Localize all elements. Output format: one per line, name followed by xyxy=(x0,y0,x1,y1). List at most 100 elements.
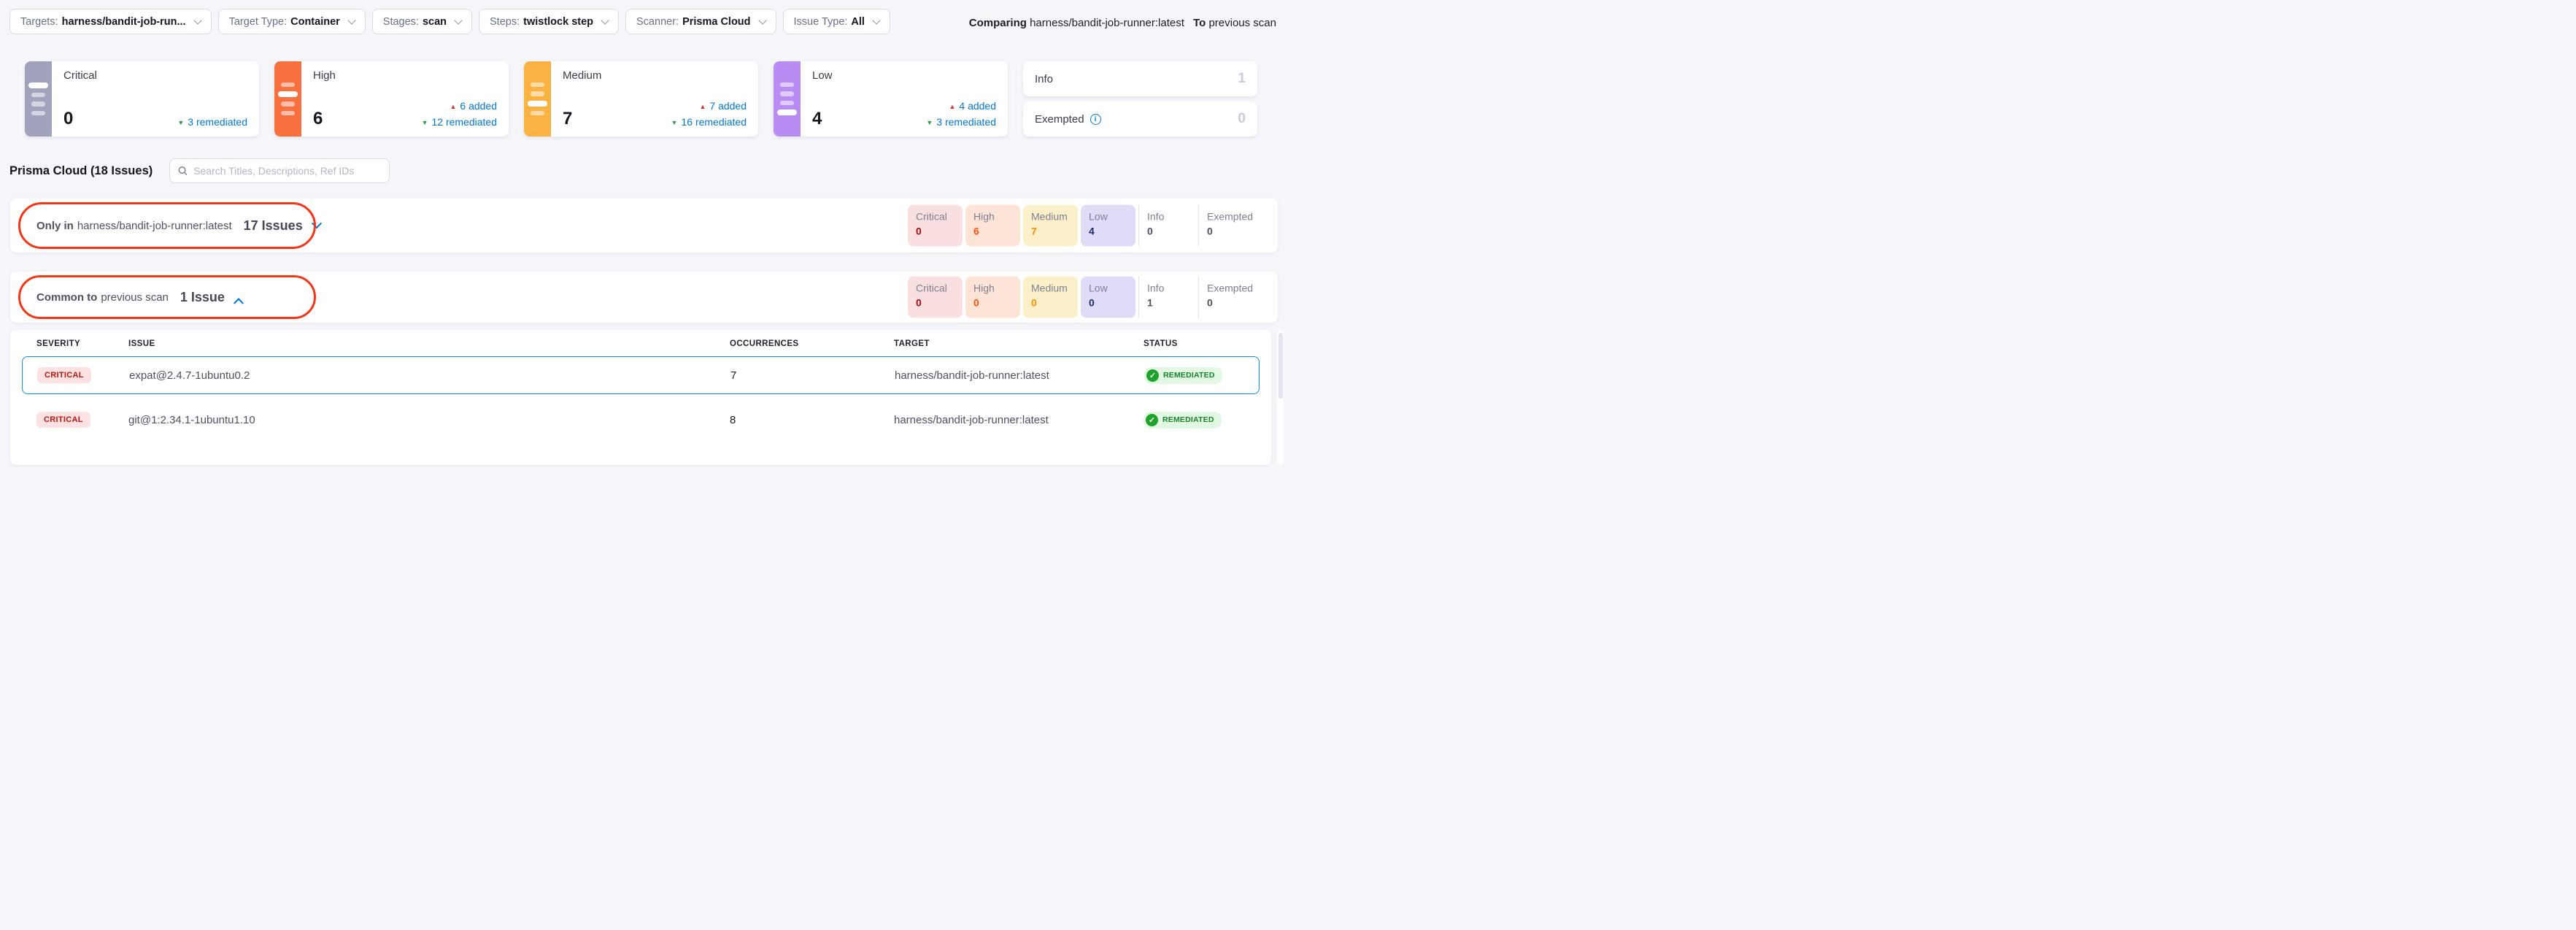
comparing-connector: To xyxy=(1193,17,1206,29)
comparing-summary: Comparing harness/bandit-job-runner:late… xyxy=(969,17,1276,29)
chip-info: Info0 xyxy=(1138,205,1195,247)
section-only-in-target[interactable]: Only in harness/bandit-job-runner:latest… xyxy=(10,199,1278,253)
section-prefix: Only in xyxy=(36,220,74,232)
chevron-down-icon xyxy=(454,16,462,24)
filter-value: Container xyxy=(290,16,340,28)
exempted-card-label: Exempted xyxy=(1035,113,1084,126)
column-header-status: STATUS xyxy=(1144,339,1271,348)
info-icon[interactable]: i xyxy=(1090,114,1101,125)
filter-value: All xyxy=(851,16,865,28)
chip-medium: Medium7 xyxy=(1023,205,1078,247)
filter-label: Steps: xyxy=(490,16,520,28)
filter-value: twistlock step xyxy=(523,16,593,28)
filter-label: Scanner: xyxy=(636,16,679,28)
comparing-prefix: Comparing xyxy=(969,17,1027,29)
severity-chip-row: Critical0 High6 Medium7 Low4 Info0 Exemp… xyxy=(908,205,1255,247)
added-trend: ▲4 added xyxy=(926,99,996,115)
section-common-to-baseline[interactable]: Common to previous scan 1 Issue Critical… xyxy=(10,272,1278,323)
table-row[interactable]: CRITICAL expat@2.4.7-1ubuntu0.2 7 harnes… xyxy=(22,356,1260,394)
chip-low: Low0 xyxy=(1081,277,1135,318)
critical-severity-icon xyxy=(25,61,52,137)
scrollbar-thumb[interactable] xyxy=(1279,333,1283,399)
target-cell: harness/bandit-job-runner:latest xyxy=(894,414,1144,426)
severity-card-title: Medium xyxy=(563,69,748,82)
section-issue-count: 17 Issues xyxy=(244,218,303,234)
issues-table: SEVERITY ISSUE OCCURRENCES TARGET STATUS… xyxy=(10,330,1271,465)
section-issue-count: 1 Issue xyxy=(180,290,225,305)
triangle-up-icon: ▲ xyxy=(699,103,706,110)
chevron-down-icon[interactable] xyxy=(312,218,322,228)
triangle-up-icon: ▲ xyxy=(949,103,955,110)
filter-bar: Targets: harness/bandit-job-run... Targe… xyxy=(9,9,890,34)
section-prefix: Common to xyxy=(36,291,97,304)
exempted-card: Exempted i 0 xyxy=(1023,101,1257,137)
chip-exempted: Exempted0 xyxy=(1198,277,1255,318)
target-cell: harness/bandit-job-runner:latest xyxy=(895,369,1144,382)
info-card-label: Info xyxy=(1035,73,1053,85)
section-subject: previous scan xyxy=(101,291,169,304)
column-header-target: TARGET xyxy=(894,339,1144,348)
search-input[interactable] xyxy=(193,165,381,177)
chip-critical: Critical0 xyxy=(908,205,963,247)
comparing-baseline: previous scan xyxy=(1208,17,1276,29)
chevron-down-icon xyxy=(347,16,355,24)
triangle-down-icon: ▼ xyxy=(671,119,678,126)
high-severity-icon xyxy=(274,61,301,137)
filter-stages[interactable]: Stages: scan xyxy=(372,9,472,34)
info-card-count: 1 xyxy=(1238,71,1246,87)
filter-value: Prisma Cloud xyxy=(682,16,750,28)
chip-medium: Medium0 xyxy=(1023,277,1078,318)
table-row[interactable]: CRITICAL git@1:2.34.1-1ubuntu1.10 8 harn… xyxy=(22,399,1260,440)
chevron-up-icon[interactable] xyxy=(234,298,244,308)
chip-exempted: Exempted0 xyxy=(1198,205,1255,247)
triangle-down-icon: ▼ xyxy=(177,119,184,126)
check-icon: ✓ xyxy=(1146,369,1159,382)
low-severity-icon xyxy=(774,61,801,137)
column-header-severity: SEVERITY xyxy=(36,339,128,348)
occurrences-cell: 8 xyxy=(730,414,894,426)
column-header-issue: ISSUE xyxy=(128,339,730,348)
severity-card-high: High 6 ▲6 added ▼12 remediated xyxy=(274,61,509,137)
remediated-trend: ▼16 remediated xyxy=(671,115,747,131)
info-card: Info 1 xyxy=(1023,61,1257,96)
chevron-down-icon xyxy=(758,16,766,24)
filter-issue-type[interactable]: Issue Type: All xyxy=(783,9,890,34)
remediated-trend: ▼3 remediated xyxy=(177,115,247,131)
search-box[interactable] xyxy=(169,158,390,183)
chip-info: Info1 xyxy=(1138,277,1195,318)
severity-badge: CRITICAL xyxy=(37,367,91,383)
added-trend: ▲7 added xyxy=(671,99,747,115)
severity-badge: CRITICAL xyxy=(36,412,90,428)
check-icon: ✓ xyxy=(1146,414,1158,426)
medium-severity-icon xyxy=(524,61,551,137)
occurrences-cell: 7 xyxy=(730,369,895,382)
issues-header: Prisma Cloud (18 Issues) xyxy=(9,158,390,183)
status-badge: ✓ REMEDIATED xyxy=(1144,367,1222,384)
chip-high: High6 xyxy=(965,205,1020,247)
severity-card-count: 6 xyxy=(313,109,323,129)
comparing-target: harness/bandit-job-runner:latest xyxy=(1030,17,1184,29)
filter-steps[interactable]: Steps: twistlock step xyxy=(479,9,619,34)
column-header-occurrences: OCCURRENCES xyxy=(730,339,894,348)
filter-target-type[interactable]: Target Type: Container xyxy=(218,9,366,34)
chip-low: Low4 xyxy=(1081,205,1135,247)
filter-value: scan xyxy=(423,16,447,28)
chevron-down-icon xyxy=(193,16,201,24)
filter-targets[interactable]: Targets: harness/bandit-job-run... xyxy=(9,9,212,34)
exempted-card-count: 0 xyxy=(1238,111,1246,127)
scanner-issues-title: Prisma Cloud (18 Issues) xyxy=(9,164,153,178)
severity-card-count: 7 xyxy=(563,109,572,129)
severity-cards-row: Critical 0 ▼3 remediated High 6 ▲6 added… xyxy=(25,61,1257,137)
table-header-row: SEVERITY ISSUE OCCURRENCES TARGET STATUS xyxy=(10,330,1271,356)
issue-cell: git@1:2.34.1-1ubuntu1.10 xyxy=(128,414,730,426)
triangle-down-icon: ▼ xyxy=(422,119,428,126)
vertical-scrollbar[interactable] xyxy=(1277,330,1284,465)
filter-label: Target Type: xyxy=(229,16,288,28)
filter-label: Stages: xyxy=(383,16,419,28)
severity-card-title: Critical xyxy=(63,69,249,82)
filter-scanner[interactable]: Scanner: Prisma Cloud xyxy=(625,9,776,34)
info-exempted-column: Info 1 Exempted i 0 xyxy=(1023,61,1257,137)
triangle-down-icon: ▼ xyxy=(926,119,933,126)
chevron-down-icon xyxy=(872,16,880,24)
severity-card-medium: Medium 7 ▲7 added ▼16 remediated xyxy=(524,61,758,137)
